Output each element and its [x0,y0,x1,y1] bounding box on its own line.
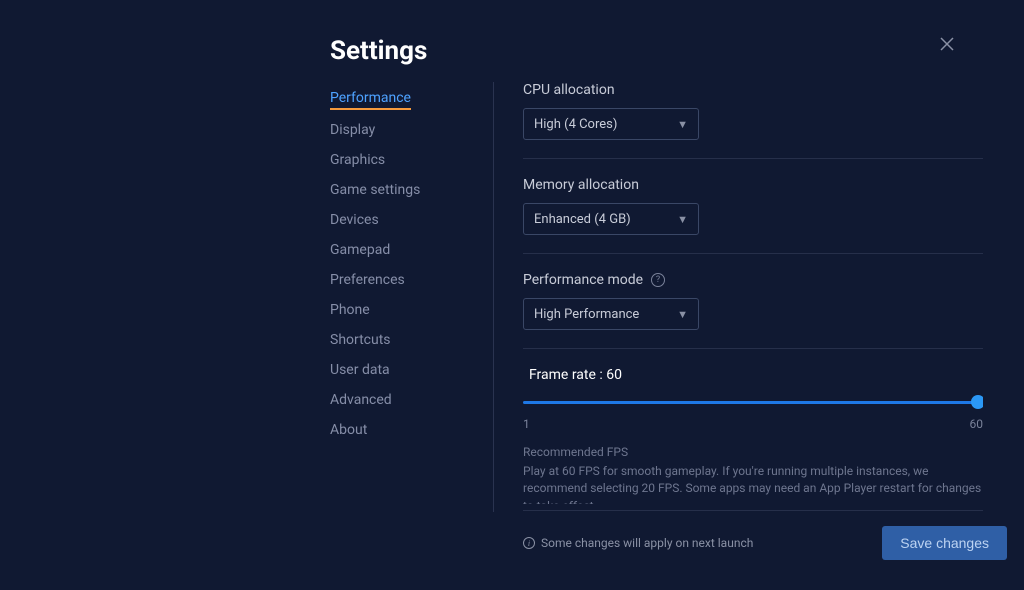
cpu-allocation-select[interactable]: High (4 Cores) ▼ [523,108,699,140]
info-icon: i [523,537,535,549]
sidebar-item-user-data[interactable]: User data [330,360,490,380]
memory-allocation-value: Enhanced (4 GB) [534,212,631,227]
content-pane: CPU allocation High (4 Cores) ▼ Memory a… [523,82,983,504]
sidebar-item-graphics[interactable]: Graphics [330,150,490,170]
frame-rate-label: Frame rate : 60 [523,367,983,383]
slider-max: 60 [970,417,984,431]
divider [523,510,983,511]
slider-min: 1 [523,417,530,431]
cpu-allocation-value: High (4 Cores) [534,117,617,132]
performance-mode-label: Performance mode ? [523,272,983,288]
settings-modal: Settings Performance Display Graphics Ga… [155,0,995,590]
sidebar-item-performance[interactable]: Performance [330,88,411,110]
close-icon [939,36,955,52]
sidebar-item-about[interactable]: About [330,420,490,440]
divider [523,158,983,159]
footer: i Some changes will apply on next launch… [523,520,1007,566]
divider [523,253,983,254]
sidebar-item-gamepad[interactable]: Gamepad [330,240,490,260]
slider-thumb[interactable] [971,395,983,409]
sidebar: Performance Display Graphics Game settin… [330,88,490,440]
sidebar-item-devices[interactable]: Devices [330,210,490,230]
chevron-down-icon: ▼ [677,308,688,321]
performance-mode-select[interactable]: High Performance ▼ [523,298,699,330]
recommended-fps-text: Play at 60 FPS for smooth gameplay. If y… [523,463,983,504]
performance-mode-value: High Performance [534,307,639,322]
page-title: Settings [330,36,427,66]
recommended-fps-title: Recommended FPS [523,445,983,459]
frame-rate-slider[interactable] [523,395,979,409]
sidebar-item-game-settings[interactable]: Game settings [330,180,490,200]
vertical-divider [493,82,494,512]
slider-range: 1 60 [523,417,983,431]
save-changes-button[interactable]: Save changes [882,526,1007,560]
sidebar-item-advanced[interactable]: Advanced [330,390,490,410]
slider-track [523,401,979,404]
sidebar-item-display[interactable]: Display [330,120,490,140]
chevron-down-icon: ▼ [677,213,688,226]
footer-note-text: Some changes will apply on next launch [541,536,753,550]
close-button[interactable] [939,36,967,64]
chevron-down-icon: ▼ [677,118,688,131]
footer-note: i Some changes will apply on next launch [523,536,753,550]
sidebar-item-preferences[interactable]: Preferences [330,270,490,290]
memory-allocation-select[interactable]: Enhanced (4 GB) ▼ [523,203,699,235]
divider [523,348,983,349]
memory-allocation-label: Memory allocation [523,177,983,193]
sidebar-item-phone[interactable]: Phone [330,300,490,320]
sidebar-item-shortcuts[interactable]: Shortcuts [330,330,490,350]
help-icon[interactable]: ? [651,273,665,287]
cpu-allocation-label: CPU allocation [523,82,983,98]
